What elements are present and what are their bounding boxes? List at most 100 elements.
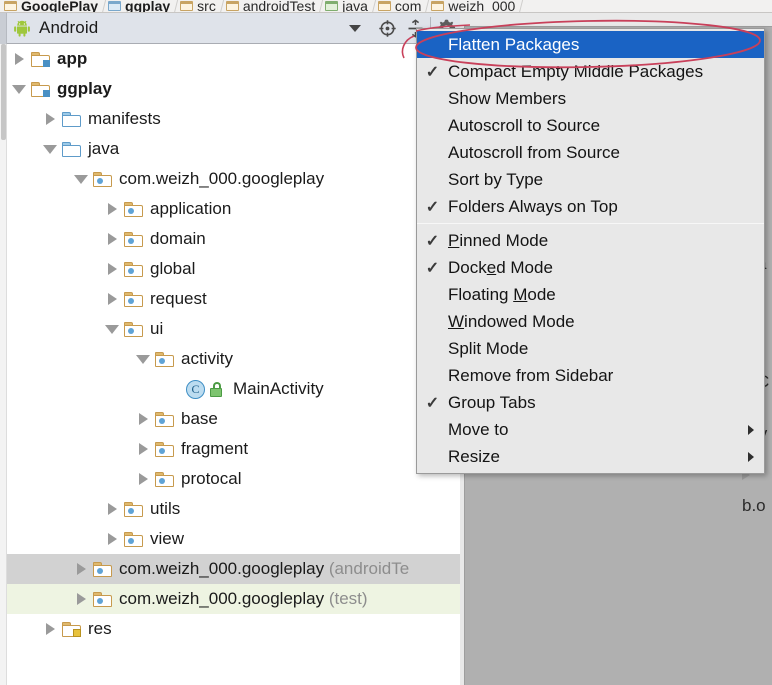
module-folder-icon <box>31 51 50 67</box>
menu-item[interactable]: Flatten Packages <box>417 31 764 58</box>
chevron-right-icon[interactable] <box>100 254 124 284</box>
tree-row-name: java <box>88 139 120 158</box>
breadcrumb-item-label: ggplay <box>125 0 171 13</box>
tree-row[interactable]: domain <box>7 224 460 254</box>
menu-item[interactable]: Resize <box>417 443 764 470</box>
menu-item[interactable]: ✓ Folders Always on Top <box>417 193 764 220</box>
menu-item[interactable]: Floating Mode <box>417 281 764 308</box>
tree-row[interactable]: com.weizh_000.googleplay (androidTe <box>7 554 460 584</box>
tree-row[interactable]: ui <box>7 314 460 344</box>
package-folder-icon <box>155 351 174 367</box>
menu-item[interactable]: ✓ Group Tabs <box>417 389 764 416</box>
module-folder-icon <box>108 0 122 11</box>
chevron-right-icon[interactable] <box>131 434 155 464</box>
tree-row[interactable]: C MainActivity <box>7 374 460 404</box>
chevron-right-icon[interactable] <box>69 554 93 584</box>
breadcrumb-item[interactable]: ggplay <box>104 0 180 13</box>
tree-row[interactable]: global <box>7 254 460 284</box>
tree-row[interactable]: res <box>7 614 460 644</box>
breadcrumb-item-label: GooglePlay <box>21 0 99 13</box>
tree-row-name: app <box>57 49 88 68</box>
tree-row-name: com.weizh_000.googleplay <box>119 559 325 578</box>
chevron-down-icon[interactable] <box>100 314 124 344</box>
menu-item[interactable]: ✓ Compact Empty Middle Packages <box>417 58 764 85</box>
package-folder-icon <box>155 441 174 457</box>
breadcrumb-item-label: androidTest <box>242 0 316 13</box>
tree-row-label: base <box>181 409 218 429</box>
chevron-right-icon[interactable] <box>100 524 124 554</box>
menu-item[interactable]: Move to <box>417 416 764 443</box>
checkmark-icon: ✓ <box>425 394 440 412</box>
menu-separator <box>417 223 764 224</box>
breadcrumb-item[interactable]: GooglePlay <box>0 0 108 13</box>
toolwindow-left-edge <box>0 12 7 44</box>
breadcrumb-item-label: weizh_000 <box>448 0 516 13</box>
tree-row-name: global <box>150 259 196 278</box>
tree-row[interactable]: view <box>7 524 460 554</box>
chevron-right-icon[interactable] <box>100 284 124 314</box>
menu-item[interactable]: Split Mode <box>417 335 764 362</box>
locate-in-tree-icon[interactable] <box>373 14 401 42</box>
menu-item[interactable]: ✓ Docked Mode <box>417 254 764 281</box>
package-folder-icon <box>155 471 174 487</box>
chevron-right-icon[interactable] <box>69 584 93 614</box>
tree-scrollbar-track[interactable] <box>0 44 7 685</box>
toolwindow-title: Android <box>39 18 99 37</box>
android-studio-window: GooglePlay ggplay src androidTest java com wei… <box>0 0 772 685</box>
chevron-right-icon[interactable] <box>100 494 124 524</box>
menu-item[interactable]: Sort by Type <box>417 166 764 193</box>
tree-row[interactable]: com.weizh_000.googleplay (test) <box>7 584 460 614</box>
toolwindow-options-context-menu[interactable]: Flatten Packages ✓ Compact Empty Middle Pa… <box>416 28 765 474</box>
chevron-right-icon[interactable] <box>131 464 155 494</box>
menu-item[interactable]: Autoscroll from Source <box>417 139 764 166</box>
breadcrumb-item[interactable]: java <box>321 0 378 12</box>
tree-row-name: res <box>88 619 112 638</box>
menu-item-label: Show Members <box>448 88 567 108</box>
tree-row[interactable]: java <box>7 134 460 164</box>
tree-row-label: view <box>150 529 184 549</box>
tree-row-name: ggplay <box>57 79 112 98</box>
package-folder-icon <box>93 171 112 187</box>
menu-item-label: Pinned Mode <box>448 230 549 250</box>
breadcrumb-item[interactable]: com <box>374 0 431 12</box>
menu-item[interactable]: Windowed Mode <box>417 308 764 335</box>
chevron-down-icon[interactable] <box>69 164 93 194</box>
tree-row[interactable]: utils <box>7 494 460 524</box>
chevron-right-icon[interactable] <box>7 44 31 74</box>
tree-row-label: com.weizh_000.googleplay <box>119 169 324 189</box>
chevron-right-icon[interactable] <box>100 194 124 224</box>
chevron-down-icon[interactable] <box>7 74 31 104</box>
menu-item[interactable]: ✓ Pinned Mode <box>417 227 764 254</box>
tree-row[interactable]: protocal <box>7 464 460 494</box>
tree-row-name: application <box>150 199 232 218</box>
chevron-down-icon[interactable] <box>38 134 62 164</box>
chevron-right-icon[interactable] <box>131 404 155 434</box>
tree-row[interactable]: application <box>7 194 460 224</box>
project-tree: app ggplay manifests java com.weizh_000.goog… <box>7 44 460 644</box>
breadcrumb-item[interactable]: weizh_000 <box>427 0 525 13</box>
chevron-right-icon[interactable] <box>38 614 62 644</box>
chevron-down-icon[interactable] <box>349 24 361 32</box>
tree-row[interactable]: ggplay <box>7 74 460 104</box>
chevron-right-icon[interactable] <box>38 104 62 134</box>
blue-folder-icon <box>62 141 81 157</box>
breadcrumb-item[interactable]: src <box>176 0 225 12</box>
menu-item[interactable]: Remove from Sidebar <box>417 362 764 389</box>
tree-row[interactable]: app <box>7 44 460 74</box>
tree-scrollbar-thumb[interactable] <box>1 44 6 140</box>
tree-row[interactable]: com.weizh_000.googleplay <box>7 164 460 194</box>
tree-row[interactable]: request <box>7 284 460 314</box>
tree-row[interactable]: activity <box>7 344 460 374</box>
package-folder-icon <box>93 591 112 607</box>
tree-row[interactable]: manifests <box>7 104 460 134</box>
lock-icon <box>209 381 224 397</box>
tree-row-label: ui <box>150 319 163 339</box>
tree-row[interactable]: fragment <box>7 434 460 464</box>
breadcrumb-item[interactable]: androidTest <box>222 0 325 13</box>
menu-item[interactable]: Show Members <box>417 85 764 112</box>
chevron-right-icon[interactable] <box>100 224 124 254</box>
menu-item[interactable]: Autoscroll to Source <box>417 112 764 139</box>
chevron-down-icon[interactable] <box>131 344 155 374</box>
folder-icon <box>377 0 391 11</box>
tree-row[interactable]: base <box>7 404 460 434</box>
